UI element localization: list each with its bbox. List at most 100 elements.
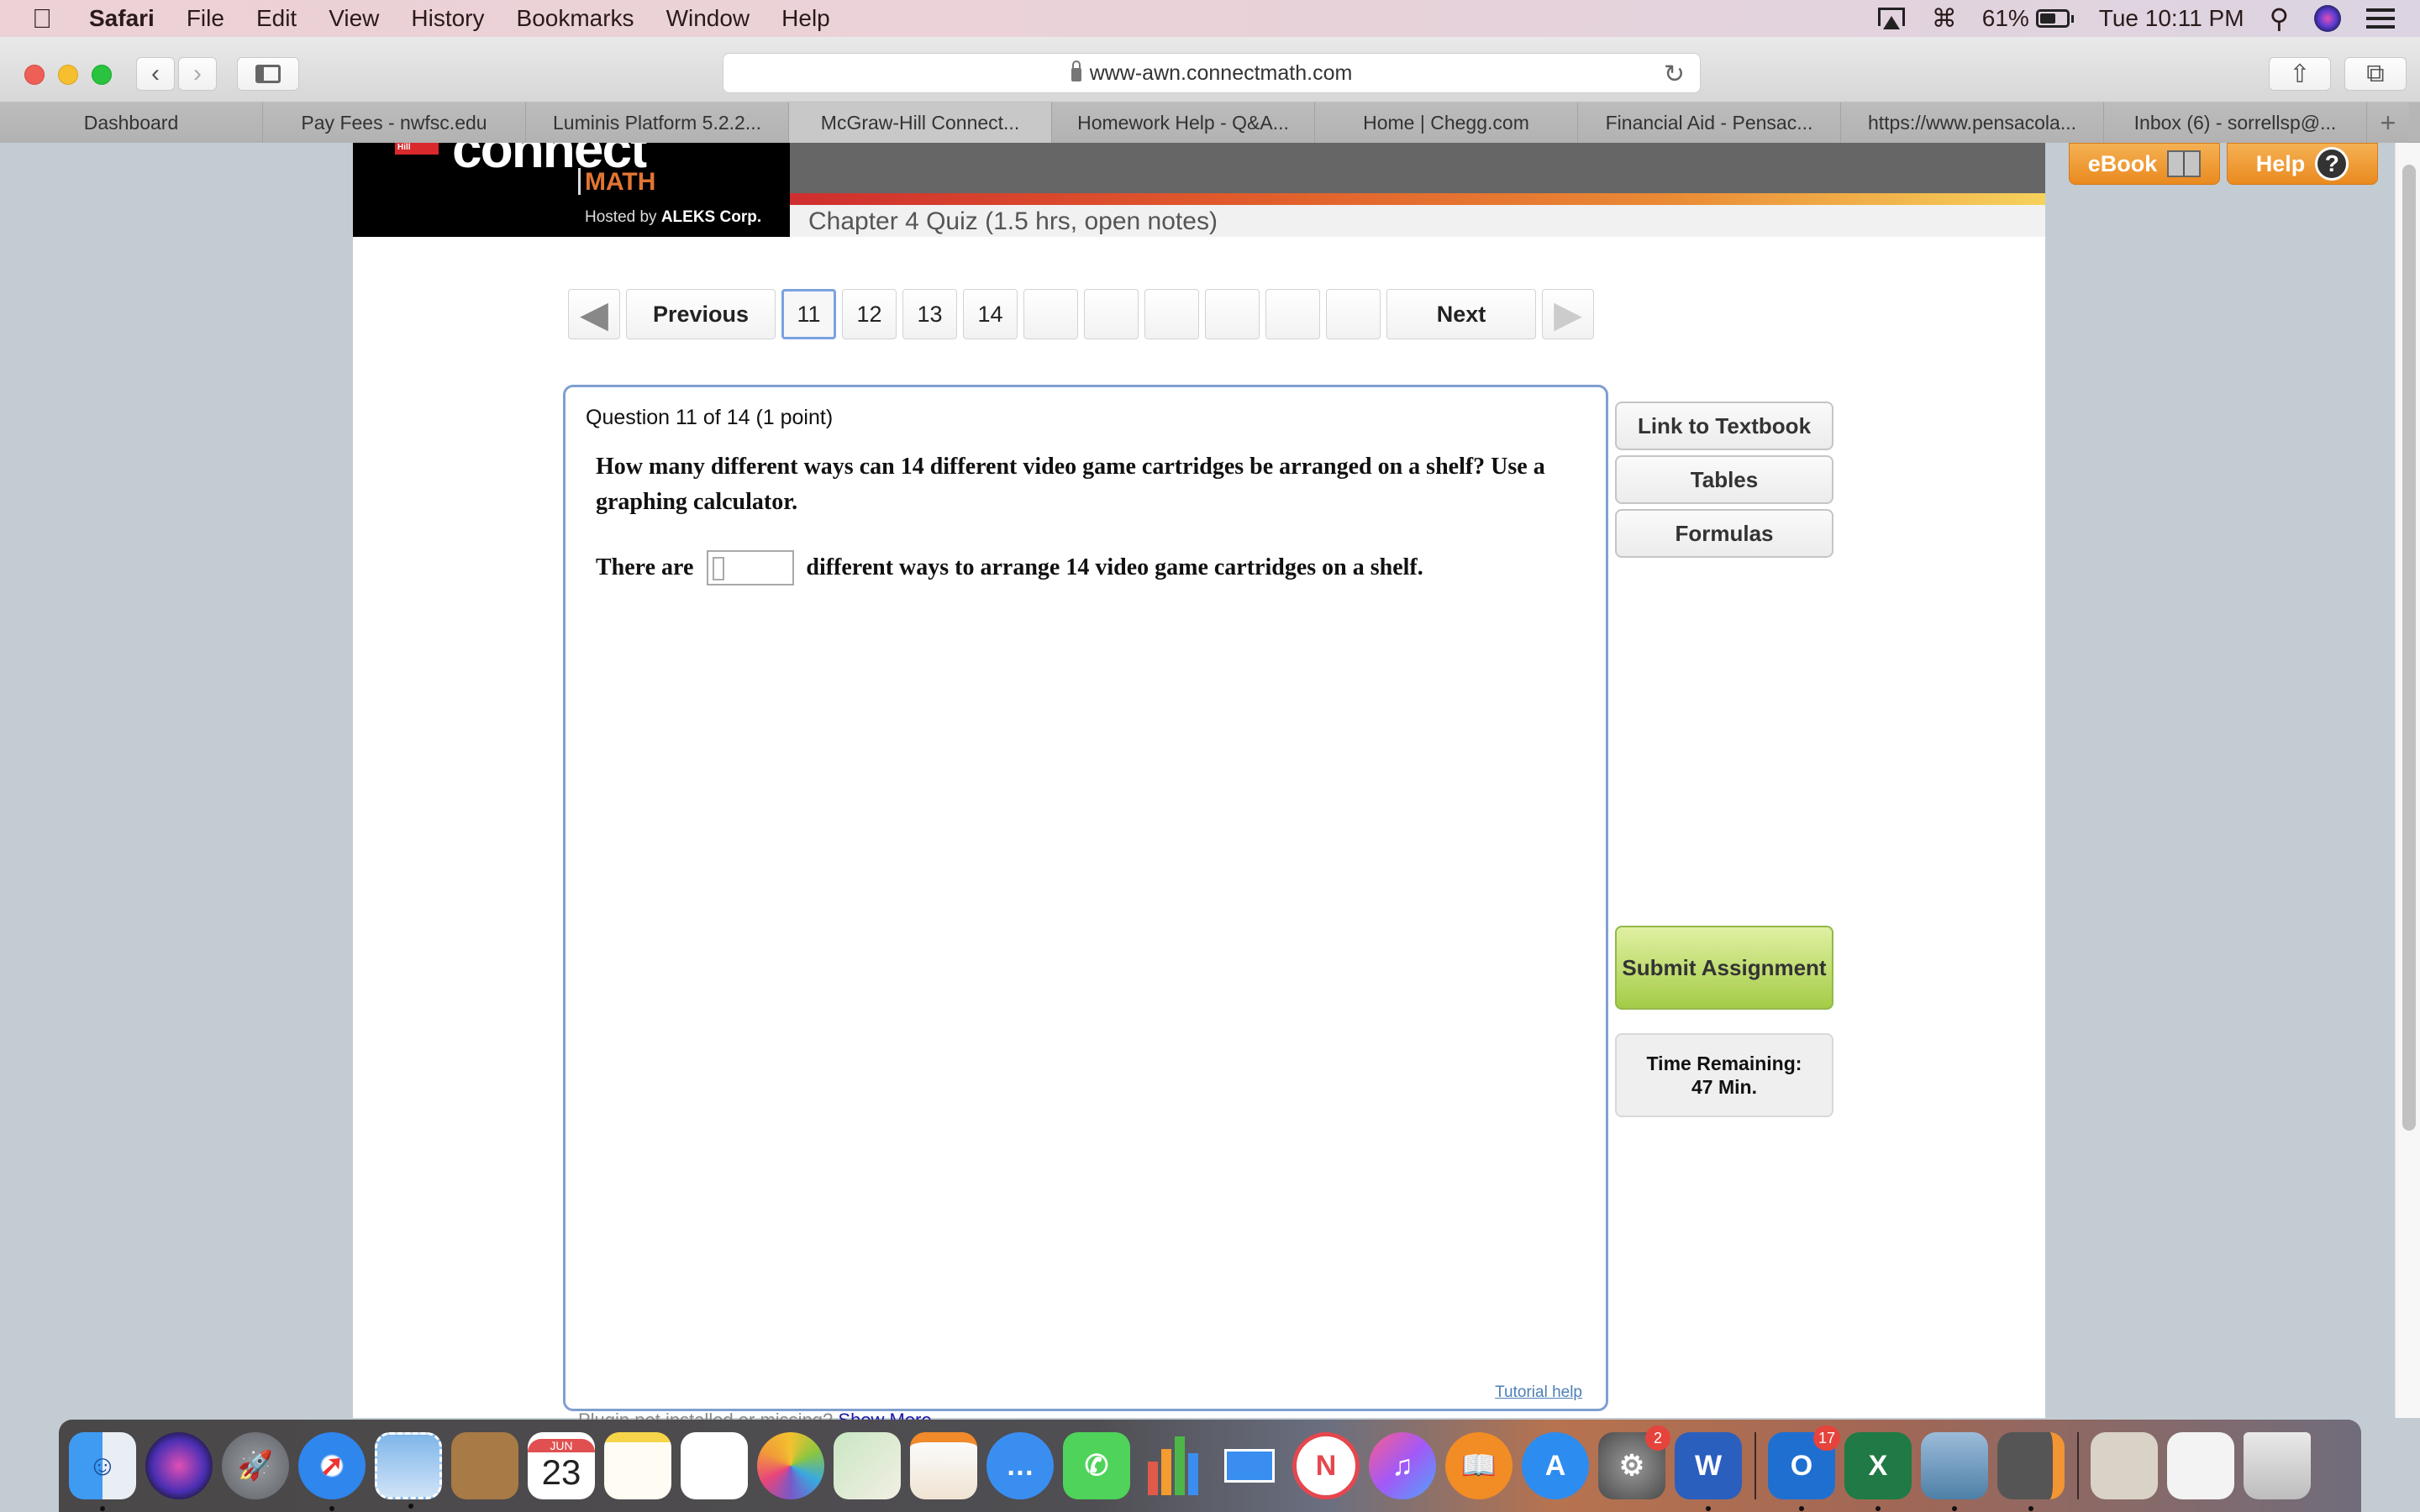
siri-icon[interactable] xyxy=(2314,5,2341,32)
answer-input[interactable] xyxy=(707,550,795,585)
clock[interactable]: Tue 10:11 PM xyxy=(2099,5,2244,32)
tab-financial-aid[interactable]: Financial Aid - Pensac... xyxy=(1578,102,1841,143)
page-empty-button xyxy=(1144,289,1199,339)
notes-icon[interactable] xyxy=(604,1432,671,1499)
submit-assignment-button[interactable]: Submit Assignment xyxy=(1615,926,1833,1010)
menu-edit[interactable]: Edit xyxy=(256,5,297,32)
app-store-icon[interactable]: A xyxy=(1522,1432,1589,1499)
tables-button[interactable]: Tables xyxy=(1615,455,1833,504)
running-indicator xyxy=(100,1506,105,1511)
menu-help[interactable]: Help xyxy=(781,5,830,32)
menu-app-name[interactable]: Safari xyxy=(89,5,155,32)
page-12-button[interactable]: 12 xyxy=(842,289,897,339)
lock-icon xyxy=(1071,60,1081,81)
minimize-window-button[interactable] xyxy=(58,65,78,85)
page-13-button[interactable]: 13 xyxy=(902,289,957,339)
page-scrollbar[interactable] xyxy=(2395,143,2420,1418)
apple-menu-icon[interactable]:  xyxy=(32,3,60,34)
hosted-by-company: ALEKS Corp. xyxy=(660,208,762,226)
input-cursor xyxy=(713,557,725,580)
close-window-button[interactable] xyxy=(24,65,45,85)
address-bar[interactable]: www-awn.connectmath.com ↻ xyxy=(723,53,1701,93)
notification-center-icon[interactable] xyxy=(2366,8,2395,29)
tab-chegg[interactable]: Home | Chegg.com xyxy=(1315,102,1578,143)
photos-icon[interactable] xyxy=(757,1432,824,1499)
numbers-icon[interactable] xyxy=(1139,1432,1207,1499)
new-tab-button[interactable]: + xyxy=(2367,102,2409,143)
reload-icon[interactable]: ↻ xyxy=(1664,60,1685,89)
menu-file[interactable]: File xyxy=(187,5,224,32)
finder-icon[interactable]: ☺ xyxy=(69,1432,136,1511)
tutorial-help-link[interactable]: Tutorial help xyxy=(1495,1383,1582,1402)
share-button[interactable]: ⇧ xyxy=(2269,57,2331,91)
sidebar-toggle-button[interactable] xyxy=(237,57,299,91)
tab-overview-button[interactable]: ⧉ xyxy=(2344,57,2407,91)
tab-inbox[interactable]: Inbox (6) - sorrellsp@... xyxy=(2104,102,2367,143)
maps-icon[interactable] xyxy=(834,1432,901,1499)
question-header: Question 11 of 14 (1 point) xyxy=(586,406,834,429)
first-page-button[interactable]: ◀ xyxy=(568,289,620,339)
itunes-icon[interactable]: ♫ xyxy=(1369,1432,1436,1499)
contacts-icon[interactable] xyxy=(451,1432,518,1499)
battery-status[interactable]: 61% xyxy=(1982,5,2074,32)
ebook-button[interactable]: eBook xyxy=(2069,143,2220,185)
next-button[interactable]: Next xyxy=(1386,289,1536,339)
safari-dock-icon[interactable]: ➚ xyxy=(298,1432,366,1511)
messages-icon[interactable]: … xyxy=(986,1432,1054,1499)
tab-homework-help[interactable]: Homework Help - Q&A... xyxy=(1052,102,1315,143)
keynote-icon[interactable] xyxy=(1216,1432,1283,1499)
last-page-button[interactable]: ▶ xyxy=(1542,289,1594,339)
answer-suffix: different ways to arrange 14 video game … xyxy=(806,554,1423,580)
preview-icon[interactable] xyxy=(1921,1432,1988,1511)
tab-pay-fees[interactable]: Pay Fees - nwfsc.edu xyxy=(263,102,526,143)
menu-window[interactable]: Window xyxy=(666,5,750,32)
menu-view[interactable]: View xyxy=(329,5,379,32)
main-content: ◀ Previous 11 12 13 14 Next ▶ Question 1… xyxy=(353,237,2045,1431)
running-indicator xyxy=(1799,1506,1804,1511)
tab-pensacola[interactable]: https://www.pensacola... xyxy=(1841,102,2104,143)
question-pager: ◀ Previous 11 12 13 14 Next ▶ xyxy=(568,289,1594,339)
spotlight-search-icon[interactable]: ⚲ xyxy=(2270,3,2289,34)
documents-stack-icon[interactable] xyxy=(2091,1432,2158,1499)
microsoft-word-icon[interactable]: W xyxy=(1675,1432,1742,1511)
tab-dashboard[interactable]: Dashboard xyxy=(0,102,263,143)
tab-luminis[interactable]: Luminis Platform 5.2.2... xyxy=(526,102,789,143)
microsoft-excel-icon[interactable]: X xyxy=(1844,1432,1912,1511)
reminders-icon[interactable] xyxy=(681,1432,748,1499)
page-empty-button xyxy=(1265,289,1320,339)
trash-icon[interactable] xyxy=(2244,1432,2311,1499)
menu-history[interactable]: History xyxy=(411,5,484,32)
formulas-button[interactable]: Formulas xyxy=(1615,509,1833,558)
help-button[interactable]: Help ? xyxy=(2227,143,2378,185)
facetime-icon[interactable]: ✆ xyxy=(1063,1432,1130,1499)
news-icon[interactable]: N xyxy=(1292,1432,1360,1499)
scrollbar-thumb[interactable] xyxy=(2402,165,2416,1131)
tab-label: Homework Help - Q&A... xyxy=(1077,111,1289,134)
maximize-window-button[interactable] xyxy=(92,65,112,85)
calendar-icon[interactable]: JUN 23 xyxy=(528,1432,595,1499)
battery-icon xyxy=(2035,9,2070,28)
books-icon[interactable]: 📖 xyxy=(1445,1432,1512,1499)
downloads-stack-icon[interactable] xyxy=(2167,1432,2234,1499)
back-button[interactable]: ‹ xyxy=(136,57,175,91)
previous-button[interactable]: Previous xyxy=(626,289,776,339)
question-panel: Question 11 of 14 (1 point) How many dif… xyxy=(563,385,1608,1411)
system-preferences-icon[interactable]: ⚙ 2 xyxy=(1598,1425,1670,1499)
menu-bookmarks[interactable]: Bookmarks xyxy=(517,5,634,32)
link-to-textbook-button[interactable]: Link to Textbook xyxy=(1615,402,1833,450)
siri-dock-icon[interactable] xyxy=(145,1432,213,1499)
microsoft-outlook-icon[interactable]: O 17 xyxy=(1768,1425,1840,1511)
wifi-icon[interactable]: ⌘ xyxy=(1932,4,1957,34)
double-chevron-left-icon: ◀ xyxy=(580,293,608,335)
forward-button[interactable]: › xyxy=(178,57,217,91)
connect-math-logo: Hill connect MATH Hosted by ALEKS Corp. xyxy=(353,143,790,237)
pages-icon[interactable] xyxy=(910,1432,977,1499)
chevron-left-icon: ‹ xyxy=(151,60,160,87)
tab-mcgraw-hill-connect[interactable]: McGraw-Hill Connect... xyxy=(789,102,1052,143)
page-14-button[interactable]: 14 xyxy=(963,289,1018,339)
mail-icon[interactable] xyxy=(375,1432,442,1509)
page-11-button[interactable]: 11 xyxy=(781,289,836,339)
calculator-icon[interactable] xyxy=(1997,1432,2065,1511)
airplay-icon[interactable] xyxy=(1876,6,1907,31)
launchpad-icon[interactable]: 🚀 xyxy=(222,1432,289,1499)
